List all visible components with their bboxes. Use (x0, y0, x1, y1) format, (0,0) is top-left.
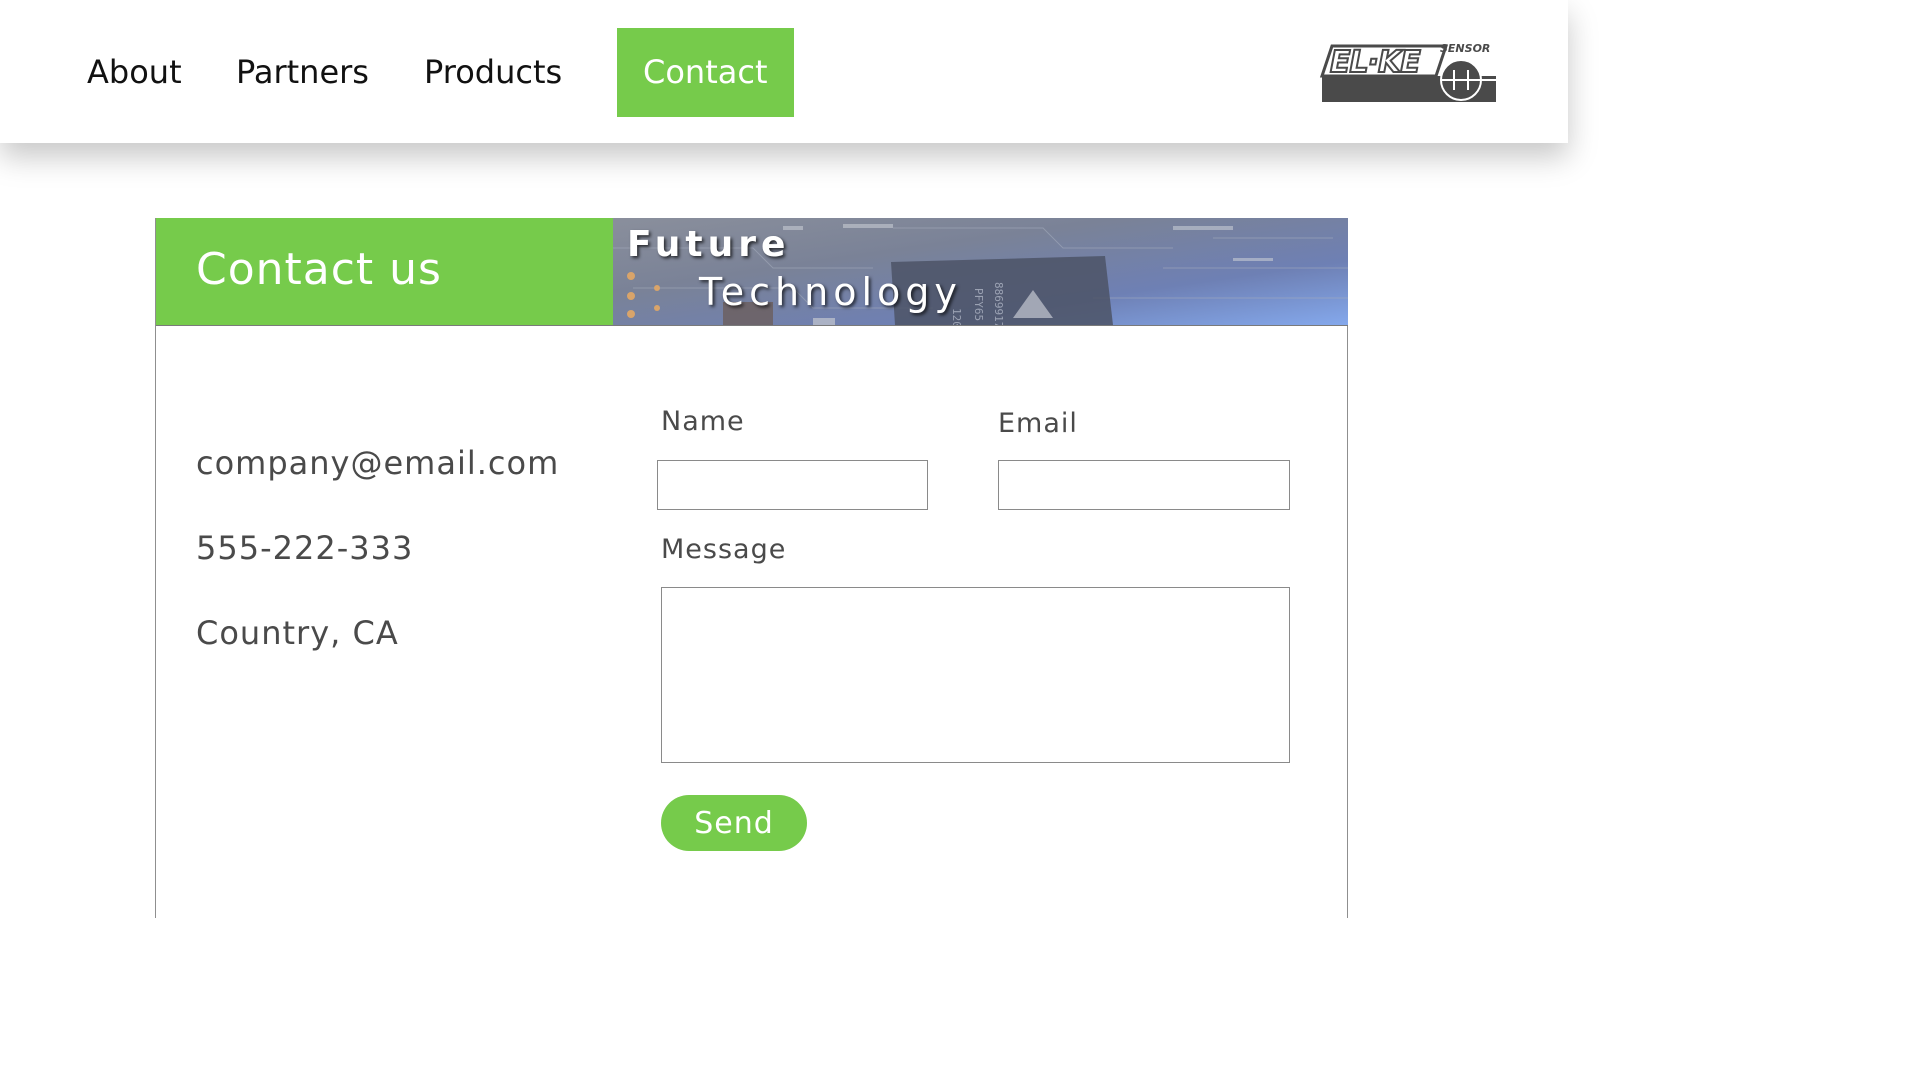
nav-about[interactable]: About (87, 28, 182, 117)
svg-text:PFY65: PFY65 (972, 288, 985, 321)
page-title: Contact us (196, 244, 442, 295)
nav-partners[interactable]: Partners (236, 28, 369, 117)
contact-phone: 555-222-333 (196, 529, 414, 567)
nav-contact[interactable]: Contact (617, 28, 794, 117)
company-logo[interactable]: EL·KE SENSOR (1308, 40, 1498, 106)
message-label: Message (661, 534, 787, 565)
contact-card: Contact us 1203 PFY65 8869917 Future Tec… (155, 218, 1348, 918)
name-label: Name (661, 406, 745, 437)
svg-text:8869917: 8869917 (992, 282, 1005, 325)
banner-line-future: Future (627, 224, 791, 265)
message-textarea[interactable] (661, 587, 1290, 763)
name-input[interactable] (657, 460, 928, 510)
banner-line-technology: Technology (699, 270, 962, 314)
nav-products[interactable]: Products (424, 28, 562, 117)
contact-location: Country, CA (196, 614, 399, 652)
future-technology-banner: 1203 PFY65 8869917 Future Technology (613, 218, 1348, 325)
header-title-block: Contact us (156, 218, 613, 325)
send-button[interactable]: Send (661, 795, 807, 851)
svg-text:SENSOR: SENSOR (1440, 42, 1490, 55)
card-header: Contact us 1203 PFY65 8869917 Future Tec… (156, 218, 1348, 326)
svg-text:EL·KE: EL·KE (1330, 45, 1421, 80)
top-navigation-bar: About Partners Products Contact EL·KE SE… (0, 0, 1568, 143)
email-input[interactable] (998, 460, 1290, 510)
email-label: Email (998, 408, 1078, 439)
contact-email: company@email.com (196, 444, 560, 482)
